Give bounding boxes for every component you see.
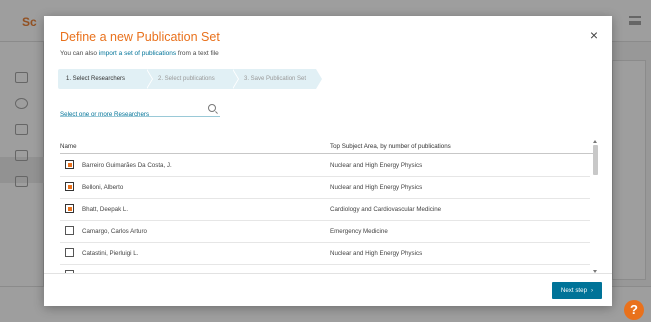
subject-area: Nuclear and High Energy Physics	[330, 162, 423, 169]
researcher-name: Catastini, Pierluigi L.	[82, 250, 139, 257]
researcher-name: Bhatt, Deepak L.	[82, 206, 129, 213]
close-icon[interactable]: ×	[587, 28, 601, 42]
row-checkbox[interactable]	[65, 182, 74, 191]
researcher-list: Barreiro Guimarães Da Costa, J. Nuclear …	[60, 155, 590, 273]
column-name: Name	[60, 143, 77, 150]
column-subject-area: Top Subject Area, by number of publicati…	[330, 143, 451, 150]
researcher-name: Barreiro Guimarães Da Costa, J.	[82, 162, 172, 169]
researcher-search-input[interactable]	[60, 108, 200, 121]
next-step-button[interactable]: Next step ›	[552, 282, 602, 299]
researcher-name: Belloni, Alberto	[82, 184, 124, 191]
step-select-publications[interactable]: 2. Select publications	[146, 69, 239, 89]
table-row[interactable]: Catastini, Pierluigi L. Nuclear and High…	[60, 243, 590, 265]
search-icon[interactable]	[208, 104, 216, 112]
researcher-search	[60, 103, 220, 121]
import-publications-link[interactable]: import a set of publications	[99, 50, 176, 57]
subtitle-suffix: from a text file	[176, 50, 219, 57]
publication-set-dialog: Define a new Publication Set You can als…	[44, 16, 612, 306]
researcher-name: Camargo, Carlos Arturo	[82, 228, 147, 235]
step-select-researchers[interactable]: 1. Select Researchers	[58, 69, 153, 89]
table-row[interactable]: Barreiro Guimarães Da Costa, J. Nuclear …	[60, 155, 590, 177]
list-scrollbar[interactable]	[592, 140, 599, 273]
subtitle-prefix: You can also	[60, 50, 99, 57]
subject-area: Nuclear and High Energy Physics	[330, 184, 423, 191]
help-button[interactable]: ?	[624, 300, 644, 320]
row-checkbox[interactable]	[65, 160, 74, 169]
step-save-publication-set[interactable]: 3. Save Publication Set	[232, 69, 323, 89]
table-row[interactable]: Belloni, Alberto Nuclear and High Energy…	[60, 177, 590, 199]
help-icon: ?	[630, 302, 638, 317]
chevron-right-icon: ›	[591, 287, 594, 294]
subject-area: Nuclear and High Energy Physics	[330, 250, 423, 257]
row-checkbox[interactable]	[65, 248, 74, 257]
next-step-label: Next step	[560, 287, 588, 294]
subject-area: Cardiology and Cardiovascular Medicine	[330, 206, 442, 213]
row-checkbox[interactable]	[65, 226, 74, 235]
table-row[interactable]: Camargo, Carlos Arturo Emergency Medicin…	[60, 221, 590, 243]
table-row[interactable]	[60, 265, 590, 273]
scroll-thumb[interactable]	[593, 145, 598, 175]
dialog-subtitle: You can also import a set of publication…	[60, 50, 219, 57]
table-header: Name Top Subject Area, by number of publ…	[60, 140, 598, 154]
footer-divider	[44, 273, 612, 274]
scroll-up-arrow-icon[interactable]	[593, 140, 597, 143]
table-row[interactable]: Bhatt, Deepak L. Cardiology and Cardiova…	[60, 199, 590, 221]
subject-area: Emergency Medicine	[330, 228, 388, 235]
dialog-title: Define a new Publication Set	[60, 30, 220, 44]
wizard-steps: 1. Select Researchers 2. Select publicat…	[58, 69, 323, 89]
row-checkbox[interactable]	[65, 204, 74, 213]
